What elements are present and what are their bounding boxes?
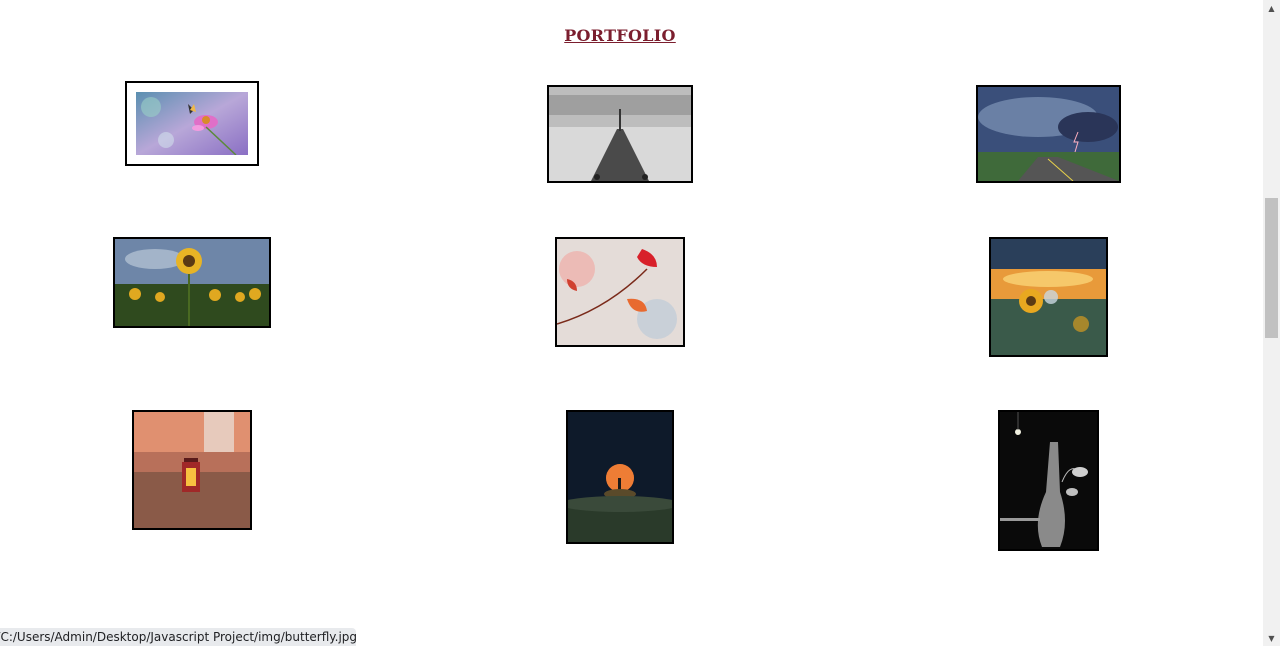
moon-icon [568,412,672,542]
photo-butterfly[interactable] [125,81,259,166]
portfolio-title: PORTFOLIO [564,26,676,45]
link-status-bubble: file:///C:/Users/Admin/Desktop/Javascrip… [0,628,356,646]
sunflower-icon [115,239,269,326]
scroll-down-arrow-icon[interactable]: ▼ [1263,630,1280,646]
photo-sunflowers[interactable] [113,237,271,328]
photo-lantern[interactable] [132,410,252,530]
photo-sunflower-sunset[interactable] [989,237,1108,357]
pier-icon [549,87,691,181]
vertical-scrollbar[interactable]: ▲ ▼ [1263,0,1280,646]
photo-vase[interactable] [998,410,1099,551]
photo-pier[interactable] [547,85,693,183]
portfolio-page: PORTFOLIO [0,0,1263,646]
storm-icon [978,87,1119,181]
lantern-icon [134,412,250,528]
status-url: file:///C:/Users/Admin/Desktop/Javascrip… [0,630,356,644]
photo-moon[interactable] [566,410,674,544]
scroll-up-arrow-icon[interactable]: ▲ [1263,0,1280,16]
leaves-icon [557,239,683,345]
vase-icon [1000,412,1097,549]
photo-storm[interactable] [976,85,1121,183]
butterfly-icon [136,92,248,155]
sunflower-sunset-icon [991,239,1106,355]
photo-leaves[interactable] [555,237,685,347]
scroll-thumb[interactable] [1265,198,1278,338]
